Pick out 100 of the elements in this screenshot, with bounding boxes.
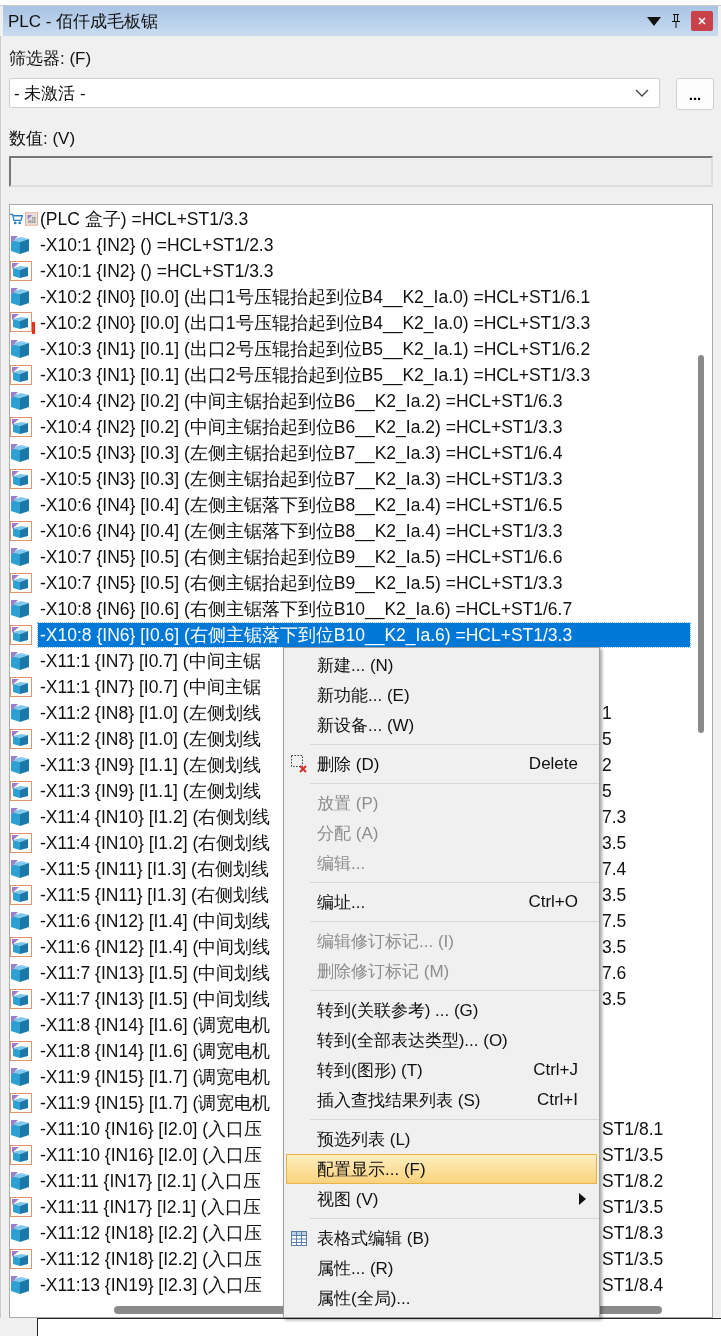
cube-icon bbox=[10, 599, 30, 619]
list-item[interactable]: -X11:6 {IN12} [I1.4] (中间划线 bbox=[38, 935, 273, 959]
list-item[interactable]: 3.5 bbox=[602, 832, 627, 854]
list-item[interactable]: -X10:6 {IN4} [I0.4] (左侧主锯落下到位B8__K2_Ia.4) =HCL+ST1/3.3 bbox=[38, 519, 565, 543]
cube-icon bbox=[10, 1067, 30, 1087]
filter-dropdown[interactable]: - 未激活 - bbox=[9, 78, 660, 108]
menu-item[interactable]: 编址... Ctrl+O bbox=[286, 887, 597, 917]
cube-icon bbox=[10, 547, 30, 567]
list-item[interactable]: -X10:8 {IN6} [I0.6] (右侧主锯落下到位B10__K2_Ia.6) =HCL+ST1/3.3 bbox=[38, 623, 690, 647]
list-item[interactable]: -X11:3 {IN9} [I1.1] (左侧划线 bbox=[38, 779, 263, 803]
menu-item[interactable]: 属性... (R) bbox=[286, 1253, 597, 1283]
menu-item[interactable]: 预选列表 (L) bbox=[286, 1124, 597, 1154]
cube-icon bbox=[10, 287, 30, 307]
menu-item[interactable]: 插入查找结果列表 (S) Ctrl+I bbox=[286, 1085, 597, 1115]
list-item[interactable]: ST1/8.3 bbox=[602, 1222, 664, 1244]
list-item[interactable]: 2 bbox=[602, 754, 612, 776]
list-item[interactable]: 7.6 bbox=[602, 962, 627, 984]
caret-down-icon[interactable] bbox=[647, 16, 661, 26]
list-item[interactable]: -X11:10 {IN16} [I2.0] (入口压 bbox=[38, 1117, 264, 1141]
list-item[interactable]: -X11:7 {IN13} [I1.5] (中间划线 bbox=[38, 961, 273, 985]
pin-icon[interactable] bbox=[671, 14, 681, 28]
list-item[interactable]: ST1/3.5 bbox=[602, 1196, 664, 1218]
list-item[interactable]: (PLC 盒子) =HCL+ST1/3.3 bbox=[38, 207, 251, 231]
list-item[interactable]: -X11:8 {IN14} [I1.6] (调宽电机 bbox=[38, 1039, 273, 1063]
list-item[interactable]: -X11:10 {IN16} [I2.0] (入口压 bbox=[38, 1143, 264, 1167]
list-item[interactable]: -X10:7 {IN5} [I0.5] (右侧主锯抬起到位B9__K2_Ia.5) =HCL+ST1/3.3 bbox=[38, 571, 565, 595]
list-item[interactable]: -X11:2 {IN8} [I1.0] (左侧划线 bbox=[38, 701, 263, 725]
list-item[interactable]: 5 bbox=[602, 728, 612, 750]
list-item[interactable]: -X10:4 {IN2} [I0.2] (中间主锯抬起到位B6__K2_Ia.2) =HCL+ST1/3.3 bbox=[38, 415, 565, 439]
list-item[interactable]: ST1/8.4 bbox=[602, 1274, 664, 1296]
cube-icon bbox=[10, 807, 30, 827]
list-item[interactable]: -X10:2 {IN0} [I0.0] (出口1号压辊抬起到位B4__K2_Ia.0) =HCL+ST1/3.3 bbox=[38, 311, 593, 335]
list-item[interactable]: -X11:1 {IN7} [I0.7] (中间主锯 bbox=[38, 675, 263, 699]
list-item[interactable]: -X10:5 {IN3} [I0.3] (左侧主锯抬起到位B7__K2_Ia.3) =HCL+ST1/6.4 bbox=[38, 441, 565, 465]
list-item[interactable]: -X10:2 {IN0} [I0.0] (出口1号压辊抬起到位B4__K2_Ia.0) =HCL+ST1/6.1 bbox=[38, 285, 593, 309]
menu-item[interactable]: 新设备... (W) bbox=[286, 710, 597, 740]
menu-item[interactable]: 配置显示... (F) bbox=[286, 1154, 597, 1184]
cube-icon bbox=[10, 703, 30, 723]
list-item[interactable]: -X11:2 {IN8} [I1.0] (左侧划线 bbox=[38, 727, 263, 751]
list-item[interactable]: -X10:3 {IN1} [I0.1] (出口2号压辊抬起到位B5__K2_Ia.1) =HCL+ST1/3.3 bbox=[38, 363, 593, 387]
list-item[interactable]: ST1/3.5 bbox=[602, 1248, 664, 1270]
list-item[interactable]: -X10:8 {IN6} [I0.6] (右侧主锯落下到位B10__K2_Ia.6) =HCL+ST1/6.7 bbox=[38, 597, 575, 621]
list-item[interactable]: 7.3 bbox=[602, 806, 627, 828]
cube-icon bbox=[10, 859, 30, 879]
list-item[interactable]: -X10:4 {IN2} [I0.2] (中间主锯抬起到位B6__K2_Ia.2) =HCL+ST1/6.3 bbox=[38, 389, 565, 413]
list-item[interactable]: -X11:9 {IN15} [I1.7] (调宽电机 bbox=[38, 1065, 273, 1089]
menu-item[interactable]: 转到(关联参考) ... (G) bbox=[286, 995, 597, 1025]
menu-item[interactable]: 新功能... (E) bbox=[286, 680, 597, 710]
menu-item[interactable]: 视图 (V) bbox=[286, 1184, 597, 1214]
list-item[interactable]: -X10:5 {IN3} [I0.3] (左侧主锯抬起到位B7__K2_Ia.3) =HCL+ST1/3.3 bbox=[38, 467, 565, 491]
list-item[interactable]: -X11:5 {IN11} [I1.3] (右侧划线 bbox=[38, 883, 271, 907]
list-item[interactable]: 3.5 bbox=[602, 884, 627, 906]
cube-icon bbox=[10, 963, 30, 983]
chevron-down-icon[interactable] bbox=[635, 89, 649, 97]
list-item[interactable]: -X11:8 {IN14} [I1.6] (调宽电机 bbox=[38, 1013, 273, 1037]
list-item[interactable]: ST1/8.1 bbox=[602, 1118, 664, 1140]
more-button[interactable]: ... bbox=[676, 78, 714, 110]
list-item[interactable]: -X10:1 {IN2} () =HCL+ST1/2.3 bbox=[38, 233, 276, 257]
close-icon[interactable] bbox=[691, 11, 713, 31]
cube-icon bbox=[10, 1119, 30, 1139]
cube-icon bbox=[10, 911, 30, 931]
list-item[interactable]: -X11:4 {IN10} [I1.2] (右侧划线 bbox=[38, 831, 273, 855]
list-item[interactable]: 7.4 bbox=[602, 858, 627, 880]
menu-item[interactable]: 属性(全局)... bbox=[286, 1283, 597, 1313]
list-item[interactable]: -X11:5 {IN11} [I1.3] (右侧划线 bbox=[38, 857, 271, 881]
list-item[interactable]: -X10:6 {IN4} [I0.4] (左侧主锯落下到位B8__K2_Ia.4) =HCL+ST1/6.5 bbox=[38, 493, 565, 517]
list-item[interactable]: ST1/3.5 bbox=[602, 1144, 664, 1166]
value-field[interactable] bbox=[9, 156, 713, 187]
cube-icon bbox=[10, 495, 30, 515]
list-item[interactable]: ST1/8.2 bbox=[602, 1170, 664, 1192]
list-item[interactable]: -X11:11 {IN17} [I2.1] (入口压 bbox=[38, 1195, 263, 1219]
cube-icon bbox=[10, 235, 30, 255]
menu-item[interactable]: 新建... (N) bbox=[286, 650, 597, 680]
list-item[interactable]: 7.5 bbox=[602, 910, 627, 932]
menu-item[interactable]: 转到(全部表达类型)... (O) bbox=[286, 1025, 597, 1055]
device-icon bbox=[25, 209, 38, 229]
list-item[interactable]: 3.5 bbox=[602, 988, 627, 1010]
list-item[interactable]: 1 bbox=[602, 702, 612, 724]
list-item[interactable]: -X11:7 {IN13} [I1.5] (中间划线 bbox=[38, 987, 273, 1011]
cube-icon bbox=[10, 1223, 30, 1243]
cube-icon bbox=[10, 1015, 30, 1035]
list-item[interactable]: -X11:6 {IN12} [I1.4] (中间划线 bbox=[38, 909, 273, 933]
list-item[interactable]: -X11:13 {IN19} [I2.3] (入口压 bbox=[38, 1273, 264, 1297]
list-item[interactable]: -X11:3 {IN9} [I1.1] (左侧划线 bbox=[38, 753, 263, 777]
list-item[interactable]: -X10:1 {IN2} () =HCL+ST1/3.3 bbox=[38, 259, 276, 283]
delete-icon bbox=[291, 755, 307, 773]
list-item[interactable]: -X11:12 {IN18} [I2.2] (入口压 bbox=[38, 1221, 264, 1245]
cube-icon bbox=[10, 443, 30, 463]
list-item[interactable]: -X11:4 {IN10} [I1.2] (右侧划线 bbox=[38, 805, 273, 829]
list-item[interactable]: -X11:12 {IN18} [I2.2] (入口压 bbox=[38, 1247, 264, 1271]
list-item[interactable]: -X10:3 {IN1} [I0.1] (出口2号压辊抬起到位B5__K2_Ia.1) =HCL+ST1/6.2 bbox=[38, 337, 593, 361]
menu-item[interactable]: 删除 (D) Delete bbox=[286, 749, 597, 779]
menu-item[interactable]: 转到(图形) (T) Ctrl+J bbox=[286, 1055, 597, 1085]
list-item[interactable]: -X10:7 {IN5} [I0.5] (右侧主锯抬起到位B9__K2_Ia.5) =HCL+ST1/6.6 bbox=[38, 545, 565, 569]
list-item[interactable]: 3.5 bbox=[602, 936, 627, 958]
list-item[interactable]: -X11:11 {IN17} [I2.1] (入口压 bbox=[38, 1169, 263, 1193]
list-item[interactable]: 5 bbox=[602, 780, 612, 802]
list-item[interactable]: -X11:1 {IN7} [I0.7] (中间主锯 bbox=[38, 649, 263, 673]
menu-item[interactable]: 表格式编辑 (B) bbox=[286, 1223, 597, 1253]
list-item[interactable]: -X11:9 {IN15} [I1.7] (调宽电机 bbox=[38, 1091, 273, 1115]
